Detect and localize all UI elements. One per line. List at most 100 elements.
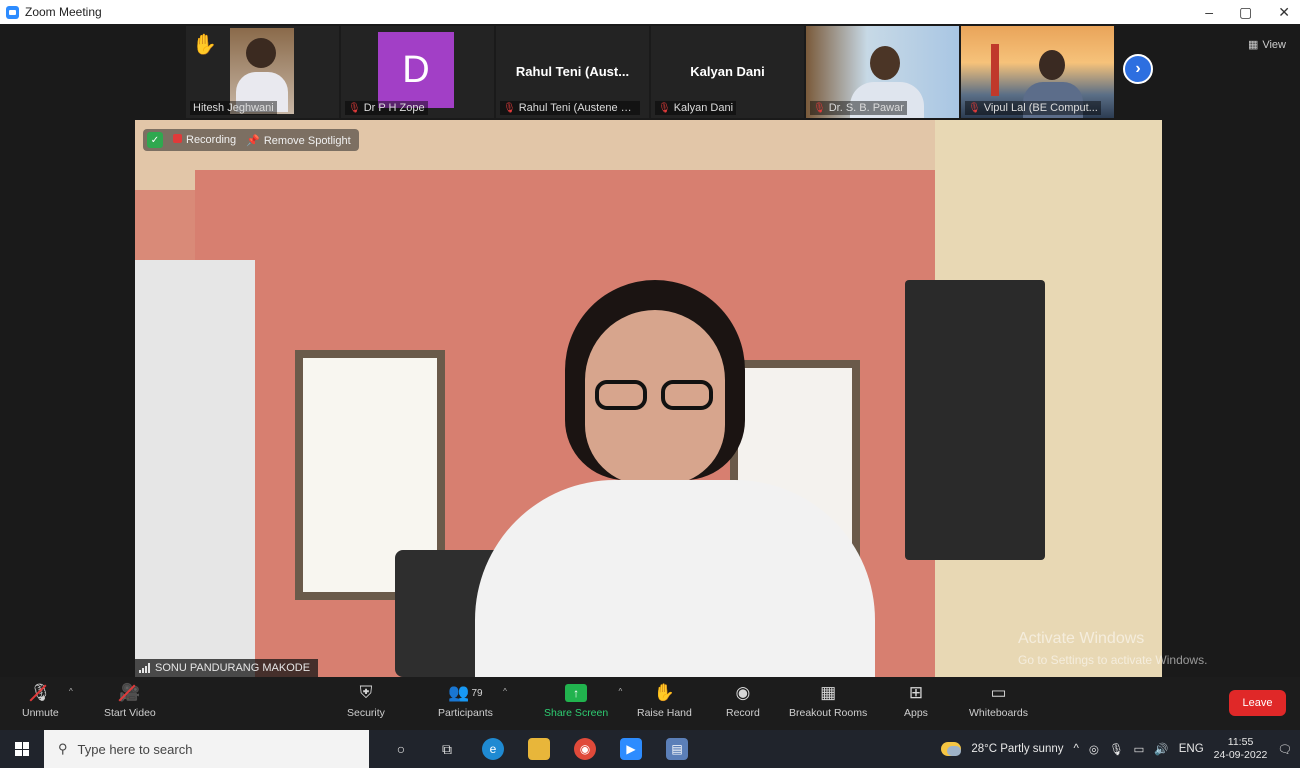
record-icon: ◉	[735, 683, 751, 702]
weather-text[interactable]: 28°C Partly sunny	[971, 743, 1063, 755]
taskbar-search[interactable]: ⚲ Type here to search	[44, 730, 369, 768]
participants-icon: 👥	[448, 683, 470, 702]
microphone-icon[interactable]: 🎙	[1109, 742, 1124, 756]
raised-hand-icon: ✋	[192, 34, 217, 56]
participants-button[interactable]: 👥 79 ^ Participants	[438, 679, 507, 719]
system-tray: 28°C Partly sunny ^ ◎ 🎙 ▭ 🔊 ENG 11:55 24…	[941, 730, 1292, 768]
taskbar-apps: ○ ⧉ e ◉ ▶ ▤	[385, 730, 693, 768]
recording-indicator[interactable]: Recording	[173, 134, 236, 146]
windows-logo-icon	[15, 742, 29, 756]
participant-label: 🎙 Vipul Lal (BE Comput...	[965, 101, 1101, 115]
window-title: Zoom Meeting	[25, 5, 102, 19]
participant-tile[interactable]: ✋ Hitesh Jeghwani	[186, 26, 339, 118]
shield-icon: ⛨	[359, 683, 373, 702]
notification-icon[interactable]: 🗨	[1277, 742, 1292, 756]
security-button[interactable]: ⛨ Security	[347, 679, 385, 719]
cortana-icon[interactable]: ○	[385, 730, 417, 768]
microphone-muted-icon: 🎙	[29, 683, 52, 702]
weather-icon	[941, 742, 962, 756]
hand-icon: ✋	[653, 683, 676, 702]
window-controls: – ▢ ✕	[1205, 0, 1290, 24]
view-button[interactable]: ▦ View	[1247, 38, 1286, 52]
remove-spotlight-label: Remove Spotlight	[263, 134, 351, 147]
participant-tile[interactable]: 🎙 Vipul Lal (BE Comput...	[961, 26, 1114, 118]
chevron-up-icon[interactable]: ^	[503, 687, 507, 696]
remove-spotlight-button[interactable]: 📌 Remove Spotlight	[246, 134, 351, 147]
chevron-right-icon: ›	[1135, 60, 1141, 77]
video-off-icon: 🎥	[119, 683, 141, 702]
mic-muted-icon: 🎙	[348, 103, 361, 114]
participant-name: Rahul Teni (Austene S...	[518, 102, 638, 114]
grid-icon: ▦	[1247, 39, 1259, 51]
participant-tile[interactable]: D 🎙 Dr P H Zope	[341, 26, 494, 118]
watermark-title: Activate Windows	[1018, 630, 1145, 647]
start-button[interactable]	[0, 730, 44, 768]
share-screen-button[interactable]: ↑ ^ Share Screen	[544, 679, 622, 719]
unmute-button[interactable]: 🎙 ^ Unmute	[22, 679, 73, 719]
language-indicator[interactable]: ENG	[1179, 743, 1204, 755]
mic-muted-icon: 🎙	[658, 103, 671, 114]
encryption-shield-icon[interactable]: ✓	[147, 132, 163, 148]
participant-display-name: Rahul Teni (Aust...	[515, 64, 630, 79]
activate-windows-watermark: Activate Windows Go to Settings to activ…	[1018, 630, 1207, 667]
volume-icon[interactable]: 🔊	[1154, 742, 1168, 756]
clock-time: 11:55	[1227, 736, 1254, 748]
chevron-up-icon[interactable]: ^	[69, 687, 73, 696]
record-button[interactable]: ◉ Record	[726, 679, 760, 719]
participant-label: 🎙 Kalyan Dani	[655, 101, 737, 115]
minimize-button[interactable]: –	[1205, 4, 1213, 20]
windows-taskbar: ⚲ Type here to search ○ ⧉ e ◉ ▶ ▤ 28°C P…	[0, 730, 1300, 768]
clock[interactable]: 11:55 24-09-2022	[1214, 736, 1268, 762]
spotlight-video[interactable]: ✓ Recording 📌 Remove Spotlight SONU PANDU…	[135, 120, 1162, 677]
record-icon	[173, 134, 182, 143]
signal-strength-icon	[139, 663, 150, 673]
participant-name: Vipul Lal (BE Comput...	[983, 102, 1098, 114]
next-page-button[interactable]: ›	[1123, 54, 1153, 84]
chevron-up-icon[interactable]: ^	[1073, 743, 1078, 755]
raise-hand-button[interactable]: ✋ Raise Hand	[637, 679, 692, 719]
recording-label: Recording	[186, 134, 237, 146]
meeting-toolbar: 🎙 ^ Unmute 🎥 Start Video ⛨ Security 👥 79 …	[0, 677, 1300, 730]
leave-button[interactable]: Leave	[1229, 690, 1286, 716]
file-explorer-icon[interactable]	[523, 730, 555, 768]
zoom-app-icon	[6, 5, 19, 19]
participant-label: 🎙 Dr P H Zope	[345, 101, 428, 115]
apps-button[interactable]: ⊞ Apps	[904, 679, 928, 719]
breakout-rooms-button[interactable]: ▦ Breakout Rooms	[789, 679, 867, 719]
document-icon[interactable]: ▤	[661, 730, 693, 768]
participant-tile[interactable]: Rahul Teni (Aust... 🎙 Rahul Teni (Austene…	[496, 26, 649, 118]
mic-muted-icon: 🎙	[968, 103, 981, 114]
start-video-button[interactable]: 🎥 Start Video	[104, 679, 156, 719]
participant-tile[interactable]: Kalyan Dani 🎙 Kalyan Dani	[651, 26, 804, 118]
chevron-up-icon[interactable]: ^	[618, 687, 622, 696]
mic-muted-icon: 🎙	[503, 103, 516, 114]
participant-display-name: Kalyan Dani	[690, 64, 765, 79]
view-label: View	[1262, 38, 1286, 51]
restore-button[interactable]: ▢	[1239, 4, 1252, 21]
apps-icon: ⊞	[908, 683, 924, 702]
watermark-subtitle: Go to Settings to activate Windows.	[1018, 653, 1208, 667]
speaker-name-tag: SONU PANDURANG MAKODE	[135, 659, 319, 677]
breakout-rooms-icon: ▦	[820, 683, 837, 702]
clock-date: 24-09-2022	[1213, 749, 1268, 761]
window-titlebar: Zoom Meeting – ▢ ✕	[0, 0, 1300, 24]
participant-tile[interactable]: 🎙 Dr. S. B. Pawar	[806, 26, 959, 118]
task-view-icon[interactable]: ⧉	[431, 730, 463, 768]
participant-name: Dr. S. B. Pawar	[828, 102, 904, 114]
participant-name: Hitesh Jeghwani	[190, 101, 277, 115]
participant-name: Kalyan Dani	[673, 102, 734, 114]
share-screen-icon: ↑	[565, 684, 588, 702]
close-button[interactable]: ✕	[1278, 4, 1290, 21]
mic-muted-icon: 🎙	[813, 103, 826, 114]
monitor-icon[interactable]: ▭	[1134, 742, 1145, 756]
participant-label: 🎙 Dr. S. B. Pawar	[810, 101, 907, 115]
whiteboards-button[interactable]: ▭ Whiteboards	[969, 679, 1028, 719]
speaker-name: SONU PANDURANG MAKODE	[155, 662, 311, 674]
edge-icon[interactable]: e	[477, 730, 509, 768]
search-icon: ⚲	[58, 741, 68, 756]
zoom-icon[interactable]: ▶	[615, 730, 647, 768]
chrome-icon[interactable]: ◉	[569, 730, 601, 768]
meeting-stage: ✋ Hitesh Jeghwani D 🎙 Dr P H Zope Rahul T…	[0, 24, 1300, 677]
network-icon[interactable]: ◎	[1089, 742, 1099, 756]
participant-avatar: D	[378, 32, 454, 108]
